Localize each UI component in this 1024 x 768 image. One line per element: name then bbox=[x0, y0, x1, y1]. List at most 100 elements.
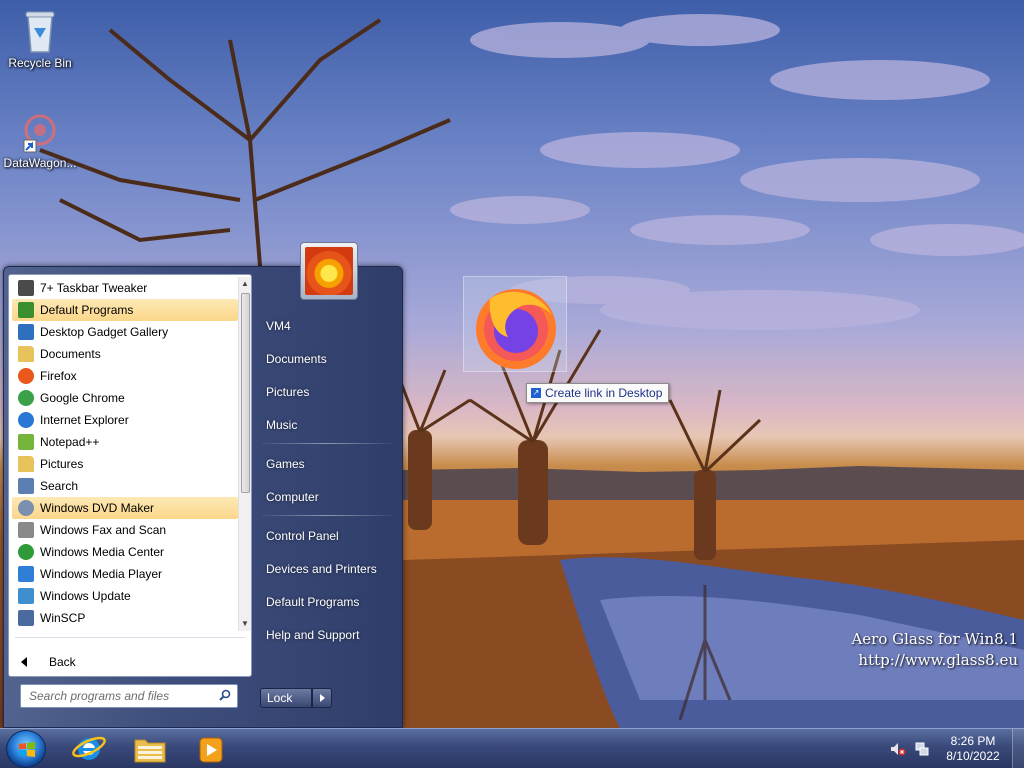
program-item[interactable]: Firefox bbox=[12, 365, 238, 387]
drag-tooltip-text: Create link in Desktop bbox=[545, 386, 663, 400]
link-devices-printers[interactable]: Devices and Printers bbox=[266, 562, 377, 576]
show-desktop-button[interactable] bbox=[1012, 729, 1024, 768]
taskbar-internet-explorer[interactable] bbox=[66, 732, 112, 766]
shutdown-options-button[interactable] bbox=[312, 688, 332, 708]
search-icon bbox=[18, 478, 34, 494]
lock-button[interactable]: Lock bbox=[260, 688, 312, 708]
link-games[interactable]: Games bbox=[266, 457, 305, 471]
program-label: Windows Update bbox=[40, 589, 131, 603]
divider bbox=[262, 515, 392, 516]
program-item[interactable]: Windows Update bbox=[12, 585, 238, 607]
desktop-icon-datawagon[interactable]: DataWagon... bbox=[0, 110, 80, 170]
default-programs-icon bbox=[18, 302, 34, 318]
fax-scan-icon bbox=[18, 522, 34, 538]
program-item[interactable]: 7+ Taskbar Tweaker bbox=[12, 277, 238, 299]
ie-icon bbox=[72, 736, 106, 760]
folder-icon bbox=[18, 456, 34, 472]
program-label: Pictures bbox=[40, 457, 84, 471]
program-item[interactable]: WinSCP bbox=[12, 607, 238, 629]
folder-icon bbox=[18, 346, 34, 362]
divider bbox=[15, 637, 245, 638]
program-item[interactable]: Windows Fax and Scan bbox=[12, 519, 238, 541]
program-item[interactable]: Default Programs bbox=[12, 299, 238, 321]
program-item[interactable]: Desktop Gadget Gallery bbox=[12, 321, 238, 343]
volume-muted-icon[interactable] bbox=[890, 741, 906, 757]
desktop-icon-label: DataWagon... bbox=[3, 156, 77, 170]
shortcut-arrow-icon: ↗ bbox=[531, 388, 541, 398]
watermark: Aero Glass for Win8.1 http://www.glass8.… bbox=[851, 629, 1018, 671]
back-label: Back bbox=[49, 655, 76, 669]
program-item[interactable]: Documents bbox=[12, 343, 238, 365]
taskbar-clock[interactable]: 8:26 PM 8/10/2022 bbox=[940, 734, 1006, 764]
back-arrow-icon bbox=[21, 657, 27, 667]
network-icon[interactable] bbox=[914, 741, 930, 757]
link-help-support[interactable]: Help and Support bbox=[266, 628, 359, 642]
program-label: Windows DVD Maker bbox=[40, 501, 155, 515]
back-button[interactable]: Back bbox=[17, 655, 76, 669]
user-picture-image bbox=[305, 247, 353, 295]
program-label: Internet Explorer bbox=[40, 413, 129, 427]
scroll-up-icon[interactable]: ▲ bbox=[239, 277, 251, 291]
recycle-bin-icon bbox=[25, 11, 55, 53]
program-item[interactable]: Google Chrome bbox=[12, 387, 238, 409]
ie-icon bbox=[18, 412, 34, 428]
program-label: 7+ Taskbar Tweaker bbox=[40, 281, 148, 295]
scroll-thumb[interactable] bbox=[241, 293, 250, 493]
lock-button-group: Lock bbox=[260, 688, 332, 708]
notification-area: 8:26 PM 8/10/2022 bbox=[880, 729, 1024, 768]
program-label: Desktop Gadget Gallery bbox=[40, 325, 169, 339]
gadget-gallery-icon bbox=[18, 324, 34, 340]
windows-update-icon bbox=[18, 588, 34, 604]
windows-logo-icon bbox=[19, 742, 35, 757]
all-programs-list: 7+ Taskbar Tweaker Default Programs Deskto… bbox=[12, 277, 238, 631]
notepadpp-icon bbox=[18, 434, 34, 450]
program-item[interactable]: Internet Explorer bbox=[12, 409, 238, 431]
desktop-icon-recycle-bin[interactable]: Recycle Bin bbox=[0, 8, 80, 70]
program-label: Firefox bbox=[40, 369, 77, 383]
program-item[interactable]: Windows Media Center bbox=[12, 541, 238, 563]
taskbar-tweaker-icon bbox=[18, 280, 34, 296]
programs-pane: 7+ Taskbar Tweaker Default Programs Deskto… bbox=[8, 274, 252, 677]
link-pictures[interactable]: Pictures bbox=[266, 385, 309, 399]
program-item[interactable]: Windows Media Player bbox=[12, 563, 238, 585]
link-default-programs[interactable]: Default Programs bbox=[266, 595, 359, 609]
program-label: Default Programs bbox=[40, 303, 134, 317]
clock-time: 8:26 PM bbox=[950, 734, 996, 748]
datawagon-shortcut-icon bbox=[23, 114, 56, 153]
program-item[interactable]: Search bbox=[12, 475, 238, 497]
watermark-line1: Aero Glass for Win8.1 bbox=[851, 630, 1018, 648]
link-user[interactable]: VM4 bbox=[266, 319, 291, 333]
program-item[interactable]: Windows DVD Maker bbox=[12, 497, 238, 519]
user-picture[interactable] bbox=[300, 242, 358, 300]
link-control-panel[interactable]: Control Panel bbox=[266, 529, 339, 543]
dvd-maker-icon bbox=[18, 500, 34, 516]
winscp-icon bbox=[18, 610, 34, 626]
link-computer[interactable]: Computer bbox=[266, 490, 319, 504]
program-item[interactable]: Pictures bbox=[12, 453, 238, 475]
program-label: Windows Media Player bbox=[40, 567, 163, 581]
program-label: Search bbox=[40, 479, 79, 493]
scroll-down-icon[interactable]: ▼ bbox=[239, 617, 251, 631]
program-item[interactable]: Notepad++ bbox=[12, 431, 238, 453]
drag-tooltip: ↗ Create link in Desktop bbox=[526, 383, 670, 403]
start-search-input[interactable]: Search programs and files bbox=[20, 684, 238, 708]
link-music[interactable]: Music bbox=[266, 418, 297, 432]
program-label: Notepad++ bbox=[40, 435, 100, 449]
lock-label: Lock bbox=[267, 691, 293, 705]
programs-scrollbar[interactable]: ▲ ▼ bbox=[238, 277, 251, 631]
firefox-icon bbox=[476, 289, 556, 369]
program-label: Documents bbox=[40, 347, 101, 361]
start-menu: 7+ Taskbar Tweaker Default Programs Deskto… bbox=[3, 242, 403, 728]
search-placeholder: Search programs and files bbox=[29, 689, 170, 703]
search-icon bbox=[219, 689, 231, 701]
taskbar-media-player[interactable] bbox=[188, 732, 234, 766]
media-player-icon bbox=[199, 737, 223, 763]
desktop-icon-label: Recycle Bin bbox=[8, 56, 72, 70]
drag-ghost bbox=[463, 276, 567, 372]
taskbar-windows-explorer[interactable] bbox=[127, 732, 173, 766]
firefox-icon bbox=[18, 368, 34, 384]
media-player-icon bbox=[18, 566, 34, 582]
start-button[interactable] bbox=[6, 730, 46, 768]
watermark-line2: http://www.glass8.eu bbox=[858, 651, 1018, 669]
link-documents[interactable]: Documents bbox=[266, 352, 327, 366]
